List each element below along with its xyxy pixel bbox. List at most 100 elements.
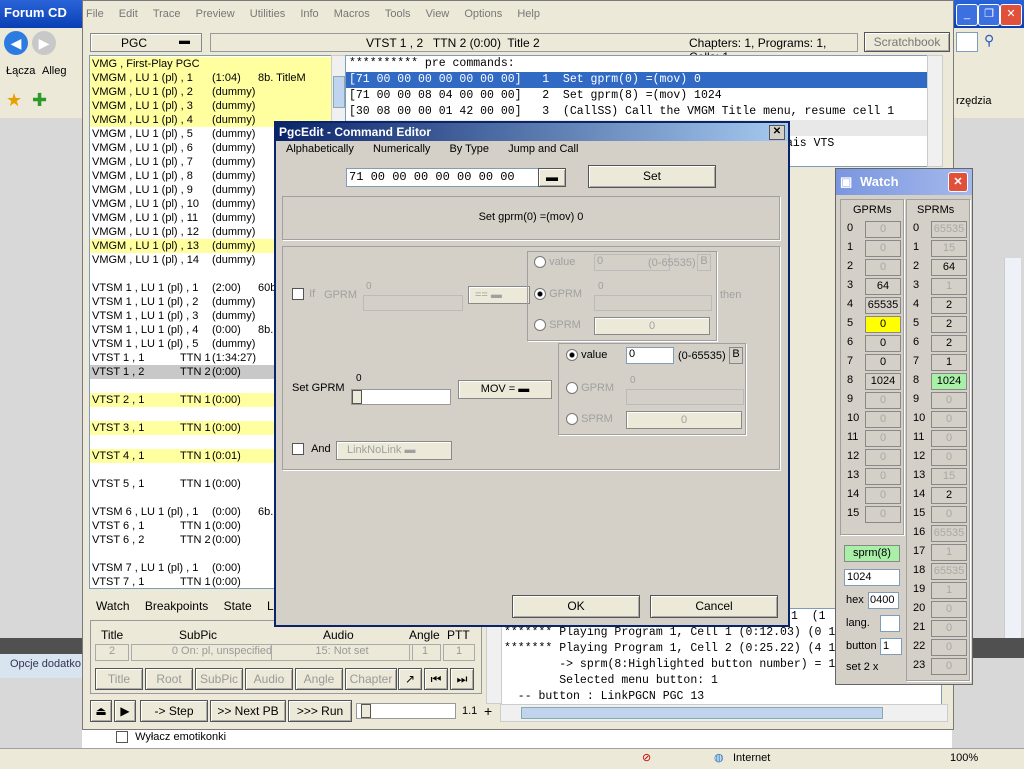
- sprm-value[interactable]: 1: [931, 354, 967, 371]
- sprm-value[interactable]: 65535: [931, 221, 967, 238]
- dialog-close-icon[interactable]: ✕: [769, 125, 785, 140]
- menu-tools[interactable]: Tools: [385, 8, 411, 20]
- hex-dropdown-icon[interactable]: ▬: [538, 168, 566, 187]
- minimize-button[interactable]: _: [956, 4, 978, 26]
- if-gprm-radio[interactable]: [534, 288, 546, 301]
- search-input[interactable]: [956, 32, 978, 52]
- commands-scrollbar[interactable]: [927, 55, 943, 167]
- scratchbook-button[interactable]: Scratchbook: [864, 32, 950, 52]
- sprm-value[interactable]: 2: [931, 487, 967, 504]
- command-row[interactable]: [71 00 00 00 00 00 00 00] 1 Set gprm(0) …: [346, 72, 928, 88]
- set-value-radio[interactable]: [566, 349, 578, 362]
- sprm-value[interactable]: 64: [931, 259, 967, 276]
- if-checkbox[interactable]: [292, 288, 304, 301]
- resume-icon[interactable]: ↗: [398, 668, 422, 690]
- gprm-value[interactable]: 0: [865, 430, 901, 447]
- set-gprm-radio[interactable]: [566, 382, 578, 395]
- pgc-list-item[interactable]: VMGM , LU 1 (pl) , 1 (1:04) 8b. TitleM: [90, 71, 332, 85]
- search-icon[interactable]: ⚲: [984, 32, 1004, 52]
- sprm-value[interactable]: 15: [931, 240, 967, 257]
- links-item[interactable]: Alleg: [42, 65, 66, 77]
- if-gprm-slider[interactable]: [363, 295, 463, 311]
- menu-info[interactable]: Info: [300, 8, 318, 20]
- menu-numerically[interactable]: Numerically: [373, 143, 430, 155]
- restore-button[interactable]: ❐: [978, 4, 1000, 26]
- menu-by-type[interactable]: By Type: [449, 143, 489, 155]
- command-row[interactable]: [71 00 00 08 04 00 00 00] 2 Set gprm(8) …: [346, 88, 928, 104]
- run-button[interactable]: >>> Run: [288, 700, 352, 722]
- pgc-combo[interactable]: PGC ▬: [90, 33, 202, 52]
- sprm-value[interactable]: 65535: [931, 563, 967, 580]
- selected-register-value[interactable]: 1024: [844, 569, 900, 586]
- sprm-value[interactable]: 0: [931, 392, 967, 409]
- set-sprm-combo[interactable]: 0: [626, 411, 742, 429]
- emoticons-checkbox[interactable]: [116, 731, 128, 744]
- add-favorite-icon[interactable]: ✚: [32, 90, 47, 111]
- forward-icon[interactable]: ▶: [32, 31, 56, 55]
- angle-menu-button[interactable]: Angle: [295, 668, 343, 690]
- step-button[interactable]: -> Step: [140, 700, 208, 722]
- set-gprm-slider[interactable]: [351, 389, 451, 405]
- menu-file[interactable]: File: [86, 8, 104, 20]
- sprm-value[interactable]: 2: [931, 316, 967, 333]
- subpic-menu-button[interactable]: SubPic: [195, 668, 243, 690]
- close-icon[interactable]: ✕: [1000, 4, 1022, 26]
- ok-button[interactable]: OK: [512, 595, 640, 618]
- gprm-value[interactable]: 0: [865, 487, 901, 504]
- favorites-star-icon[interactable]: ★: [6, 90, 22, 111]
- gprm-value[interactable]: 0: [865, 335, 901, 352]
- gprm-value[interactable]: 65535: [865, 297, 901, 314]
- sprm-value[interactable]: 65535: [931, 525, 967, 542]
- tab-watch[interactable]: Watch: [96, 599, 130, 613]
- gprm-value[interactable]: 0: [865, 449, 901, 466]
- if-b-button[interactable]: B: [697, 254, 711, 271]
- watch-close-icon[interactable]: ✕: [948, 172, 968, 192]
- set-sprm-radio[interactable]: [566, 413, 578, 426]
- set-gprm2-slider[interactable]: [626, 389, 744, 405]
- sprm-value[interactable]: 1: [931, 582, 967, 599]
- eject-icon[interactable]: ⏏: [90, 700, 112, 722]
- gprm-value[interactable]: 0: [865, 259, 901, 276]
- menu-edit[interactable]: Edit: [119, 8, 138, 20]
- menu-jump-and-call[interactable]: Jump and Call: [508, 143, 578, 155]
- sprm-value[interactable]: 0: [931, 601, 967, 618]
- prev-icon[interactable]: ⏮: [424, 668, 448, 690]
- sprm-value[interactable]: 1024: [931, 373, 967, 390]
- root-menu-button[interactable]: Root: [145, 668, 193, 690]
- gprm-value[interactable]: 0: [865, 316, 901, 333]
- gprm-value[interactable]: 1024: [865, 373, 901, 390]
- operation-combo[interactable]: MOV = ▬: [458, 380, 552, 399]
- audio-menu-button[interactable]: Audio: [245, 668, 293, 690]
- comparison-combo[interactable]: == ▬: [468, 286, 530, 304]
- menu-trace[interactable]: Trace: [153, 8, 181, 20]
- if-gprm2-slider[interactable]: [594, 295, 712, 311]
- gprm-value[interactable]: 0: [865, 354, 901, 371]
- sprm-value[interactable]: 1: [931, 544, 967, 561]
- lang-field[interactable]: [880, 615, 900, 632]
- page-scrollbar[interactable]: [1004, 258, 1021, 638]
- pgc-list-item[interactable]: VMGM , LU 1 (pl) , 2 (dummy): [90, 85, 332, 99]
- menu-utilities[interactable]: Utilities: [250, 8, 285, 20]
- pgc-list-item[interactable]: VMG , First-Play PGC: [90, 57, 332, 71]
- sprm-value[interactable]: 1: [931, 278, 967, 295]
- menu-help[interactable]: Help: [517, 8, 540, 20]
- gprm-value[interactable]: 0: [865, 506, 901, 523]
- sprm-value[interactable]: 2: [931, 297, 967, 314]
- button-field[interactable]: 1: [880, 638, 902, 655]
- hex-command-field[interactable]: 71 00 00 00 00 00 00 00: [346, 168, 542, 187]
- zoom-level[interactable]: 100%: [950, 752, 978, 764]
- chapter-menu-button[interactable]: Chapter: [345, 668, 397, 690]
- menu-preview[interactable]: Preview: [196, 8, 235, 20]
- gprm-value[interactable]: 0: [865, 221, 901, 238]
- title-menu-button[interactable]: Title: [95, 668, 143, 690]
- sprm-value[interactable]: 15: [931, 468, 967, 485]
- gprm-value[interactable]: 64: [865, 278, 901, 295]
- menu-view[interactable]: View: [426, 8, 450, 20]
- sprm-value[interactable]: 2: [931, 335, 967, 352]
- plus-icon[interactable]: +: [484, 703, 492, 719]
- set-button[interactable]: Set: [588, 165, 716, 188]
- tab-breakpoints[interactable]: Breakpoints: [145, 599, 208, 613]
- log-hscrollbar[interactable]: [500, 704, 948, 722]
- tools-menu[interactable]: rzędzia: [956, 95, 991, 107]
- link-combo[interactable]: LinkNoLink ▬: [336, 441, 452, 460]
